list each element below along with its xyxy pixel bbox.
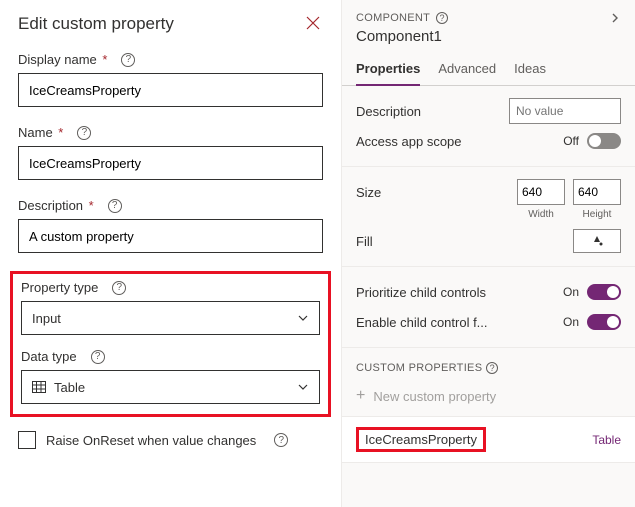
property-type-label: Property type	[21, 280, 98, 295]
help-icon[interactable]: ?	[112, 281, 126, 295]
fill-color-picker[interactable]	[573, 229, 621, 253]
help-icon[interactable]: ?	[274, 433, 288, 447]
custom-properties-header: CUSTOM PROPERTIES ?	[342, 348, 635, 382]
help-icon[interactable]: ?	[77, 126, 91, 140]
name-input[interactable]	[18, 146, 323, 180]
new-custom-property-button[interactable]: + New custom property	[342, 382, 635, 416]
highlight-box: Property type ? Input Data type ?	[10, 271, 331, 417]
prop-prioritize-label: Prioritize child controls	[356, 285, 486, 300]
component-properties-panel: COMPONENT ? Component1 Properties Advanc…	[341, 0, 635, 507]
highlight-box: IceCreamsProperty	[356, 427, 486, 452]
tab-properties[interactable]: Properties	[356, 55, 420, 86]
raise-onreset-checkbox[interactable]	[18, 431, 36, 449]
prop-enable-child-label: Enable child control f...	[356, 315, 488, 330]
tab-ideas[interactable]: Ideas	[514, 55, 546, 86]
data-type-label: Data type	[21, 349, 77, 364]
toggle-state-label: On	[563, 315, 579, 329]
close-icon[interactable]	[305, 15, 323, 33]
component-name: Component1	[356, 28, 621, 45]
width-input[interactable]	[517, 179, 565, 205]
display-name-label: Display name *	[18, 52, 107, 67]
data-type-select[interactable]: Table	[21, 370, 320, 404]
access-app-scope-toggle[interactable]	[587, 133, 621, 149]
custom-property-item[interactable]: IceCreamsProperty Table	[342, 416, 635, 463]
tab-advanced[interactable]: Advanced	[438, 55, 496, 86]
chevron-right-icon[interactable]	[609, 12, 621, 24]
help-icon[interactable]: ?	[121, 53, 135, 67]
description-group: Description * ?	[18, 198, 323, 253]
table-icon	[32, 381, 46, 393]
display-name-group: Display name * ?	[18, 52, 323, 107]
toggle-state-label: On	[563, 285, 579, 299]
toggle-state-label: Off	[563, 134, 579, 148]
prop-description-label: Description	[356, 104, 421, 119]
prop-description-input[interactable]	[509, 98, 621, 124]
panel-title: Edit custom property	[18, 14, 174, 34]
custom-property-type: Table	[592, 433, 621, 447]
raise-onreset-label: Raise OnReset when value changes	[46, 433, 256, 448]
chevron-down-icon	[297, 381, 309, 393]
name-label: Name *	[18, 125, 63, 140]
help-icon[interactable]: ?	[108, 199, 122, 213]
component-section-label: COMPONENT ?	[356, 12, 448, 24]
chevron-down-icon	[297, 312, 309, 324]
height-input[interactable]	[573, 179, 621, 205]
description-input[interactable]	[18, 219, 323, 253]
prop-fill-label: Fill	[356, 234, 373, 249]
properties-tabs: Properties Advanced Ideas	[342, 55, 635, 86]
display-name-input[interactable]	[18, 73, 323, 107]
enable-child-toggle[interactable]	[587, 314, 621, 330]
help-icon[interactable]: ?	[436, 12, 448, 24]
height-label: Height	[573, 209, 621, 220]
width-label: Width	[517, 209, 565, 220]
custom-property-name: IceCreamsProperty	[365, 432, 477, 447]
help-icon[interactable]: ?	[91, 350, 105, 364]
name-group: Name * ?	[18, 125, 323, 180]
property-type-select[interactable]: Input	[21, 301, 320, 335]
help-icon[interactable]: ?	[486, 362, 498, 374]
raise-onreset-row: Raise OnReset when value changes ?	[18, 431, 323, 449]
prop-size-label: Size	[356, 185, 381, 200]
plus-icon: +	[356, 388, 365, 404]
description-label: Description *	[18, 198, 94, 213]
prop-access-app-scope-label: Access app scope	[356, 134, 462, 149]
prioritize-toggle[interactable]	[587, 284, 621, 300]
edit-custom-property-panel: Edit custom property Display name * ? Na…	[0, 0, 341, 507]
